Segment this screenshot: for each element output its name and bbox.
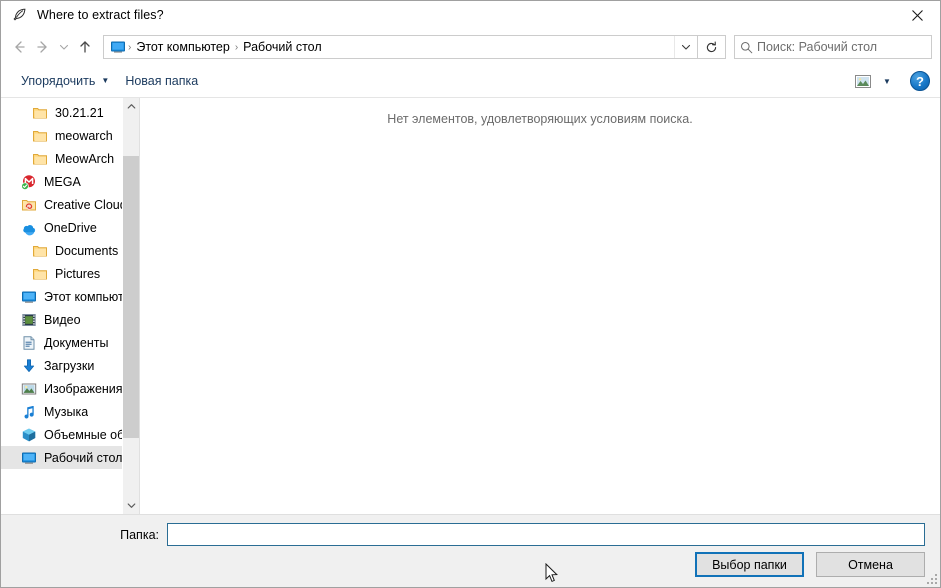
sidebar-item-label: Изображения (44, 381, 123, 396)
folder-input[interactable] (167, 523, 925, 546)
new-folder-label: Новая папка (125, 74, 199, 88)
empty-state-message: Нет элементов, удовлетворяющих условиям … (387, 112, 693, 126)
sidebar-item-label: Музыка (44, 404, 89, 419)
sidebar-item-label: OneDrive (44, 220, 97, 235)
command-toolbar: Упорядочить ▼ Новая папка ▼ ? (1, 65, 940, 97)
folder-icon (32, 266, 48, 282)
this-pc-monitor-icon (21, 289, 37, 305)
sidebar-item-label: Загрузки (44, 358, 95, 373)
scrollbar-thumb[interactable] (123, 156, 139, 438)
navigation-list: 30.21.21 meowarch MeowArch MEGA Creative Clo… (1, 98, 139, 469)
downloads-arrow-icon (21, 358, 37, 374)
new-folder-button[interactable]: Новая папка (117, 70, 206, 92)
help-button[interactable]: ? (910, 71, 930, 91)
navigation-scrollbar[interactable] (122, 98, 139, 514)
breadcrumb-separator: › (234, 41, 239, 53)
sidebar-item[interactable]: Объемные объ (1, 423, 139, 446)
title-bar: Where to extract files? (1, 1, 940, 29)
search-input[interactable]: Поиск: Рабочий стол (757, 40, 877, 54)
desktop-monitor-icon (21, 450, 37, 466)
sidebar-item-label: meowarch (55, 128, 113, 143)
sidebar-item[interactable]: Этот компьютер (1, 285, 139, 308)
sidebar-item[interactable]: Документы (1, 331, 139, 354)
sidebar-item[interactable]: Pictures (1, 262, 139, 285)
sidebar-item-label: Рабочий стол (44, 450, 123, 465)
close-button[interactable] (894, 1, 940, 29)
view-mode-chevron-down-icon[interactable]: ▼ (878, 70, 896, 92)
3d-objects-cube-icon (21, 427, 37, 443)
search-box[interactable]: Поиск: Рабочий стол (734, 35, 932, 59)
scroll-up-chevron-up-icon[interactable] (123, 98, 139, 115)
organize-label: Упорядочить (21, 74, 96, 88)
refresh-icon[interactable] (698, 35, 726, 59)
creative-cloud-folder-icon (21, 197, 37, 213)
file-list-area[interactable]: Нет элементов, удовлетворяющих условиям … (139, 98, 940, 514)
dialog-footer: Папка: Выбор папки Отмена (1, 514, 940, 587)
sidebar-item-label: Видео (44, 312, 81, 327)
back-button[interactable] (7, 35, 31, 59)
folder-icon (32, 243, 48, 259)
dialog-body: 30.21.21 meowarch MeowArch MEGA Creative Clo… (1, 97, 940, 514)
footer-buttons: Выбор папки Отмена (695, 552, 925, 577)
documents-icon (21, 335, 37, 351)
breadcrumb-this-pc[interactable]: Этот компьютер (133, 40, 232, 54)
forward-button[interactable] (31, 35, 55, 59)
sidebar-item[interactable]: meowarch (1, 124, 139, 147)
videos-film-icon (21, 312, 37, 328)
folder-icon (32, 105, 48, 121)
folder-label: Папка: (120, 527, 159, 542)
music-note-icon (21, 404, 37, 420)
breadcrumb-desktop[interactable]: Рабочий стол (240, 40, 324, 54)
organize-button[interactable]: Упорядочить ▼ (13, 70, 117, 92)
search-icon (735, 41, 757, 54)
sidebar-item[interactable]: MeowArch (1, 147, 139, 170)
select-folder-button[interactable]: Выбор папки (695, 552, 804, 577)
address-dropdown-chevron-down-icon[interactable] (674, 36, 697, 58)
navigation-bar: › Этот компьютер › Рабочий стол Поиск: Р… (1, 29, 940, 65)
window-title: Where to extract files? (37, 8, 164, 22)
sidebar-item[interactable]: Creative Cloud Fil (1, 193, 139, 216)
folder-icon (32, 151, 48, 167)
sidebar-item[interactable]: Видео (1, 308, 139, 331)
extract-folder-dialog: Where to extract files? › Этот компьютер… (0, 0, 941, 588)
feather-quill-icon (11, 7, 27, 23)
address-bar[interactable]: › Этот компьютер › Рабочий стол (103, 35, 698, 59)
sidebar-item-label: Документы (44, 335, 109, 350)
sidebar-item[interactable]: Documents (1, 239, 139, 262)
sidebar-item[interactable]: MEGA (1, 170, 139, 193)
sidebar-item-label: Documents (55, 243, 119, 258)
recent-locations-button[interactable] (55, 35, 73, 59)
folder-row: Папка: (1, 523, 940, 546)
sidebar-item[interactable]: Музыка (1, 400, 139, 423)
resize-grip[interactable] (925, 572, 937, 584)
sidebar-item[interactable]: OneDrive (1, 216, 139, 239)
sidebar-item-label: MEGA (44, 174, 81, 189)
sidebar-item[interactable]: Изображения (1, 377, 139, 400)
sidebar-item[interactable]: 30.21.21 (1, 101, 139, 124)
cancel-button[interactable]: Отмена (816, 552, 925, 577)
breadcrumb-separator: › (128, 41, 132, 53)
scroll-down-chevron-down-icon[interactable] (123, 497, 139, 514)
sidebar-item-label: MeowArch (55, 151, 115, 166)
view-mode-icon[interactable] (848, 69, 878, 93)
sidebar-item[interactable]: Рабочий стол (1, 446, 139, 469)
chevron-down-icon: ▼ (101, 76, 110, 85)
sidebar-item-label: Объемные объ (44, 427, 132, 442)
sidebar-item-label: Pictures (55, 266, 101, 281)
navigation-pane: 30.21.21 meowarch MeowArch MEGA Creative Clo… (1, 98, 139, 514)
this-pc-monitor-icon (110, 39, 126, 55)
folder-icon (32, 128, 48, 144)
up-button[interactable] (73, 35, 97, 59)
sidebar-item[interactable]: Загрузки (1, 354, 139, 377)
onedrive-cloud-icon (21, 220, 37, 236)
sidebar-item-label: 30.21.21 (55, 105, 104, 120)
mega-icon (21, 174, 37, 190)
pictures-image-icon (21, 381, 37, 397)
